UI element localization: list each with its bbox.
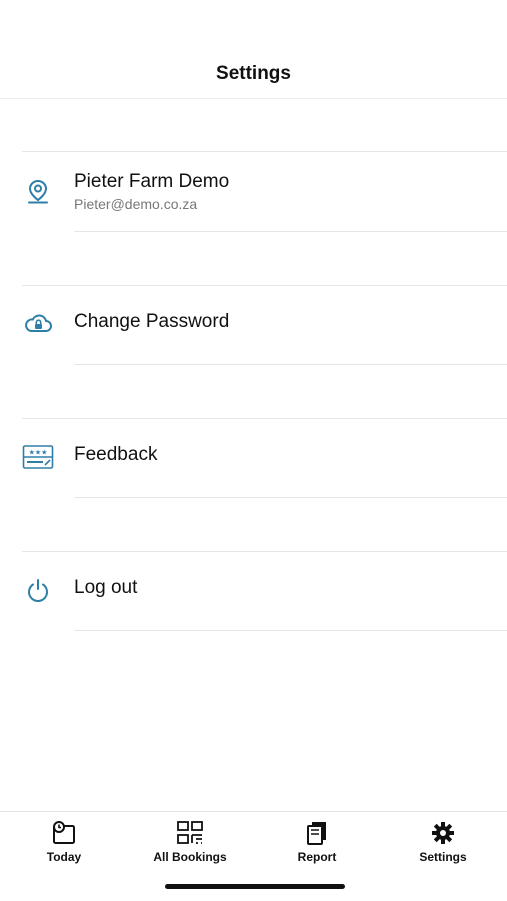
home-indicator — [165, 884, 345, 889]
tab-settings[interactable]: Settings — [388, 818, 498, 870]
tab-label: Settings — [419, 850, 467, 864]
account-name: Pieter Farm Demo — [74, 171, 230, 192]
tab-all-bookings[interactable]: All Bookings — [135, 818, 245, 870]
tab-label: Report — [297, 850, 337, 864]
tab-label: Today — [46, 850, 82, 864]
logout-label: Log out — [74, 577, 138, 598]
rating-stars-icon: ★★★ — [22, 441, 54, 473]
divider — [74, 497, 507, 498]
account-email: Pieter@demo.co.za — [74, 196, 198, 212]
page-title: Settings — [216, 63, 291, 84]
divider — [74, 231, 507, 232]
divider — [74, 364, 507, 365]
tab-today[interactable]: Today — [9, 818, 119, 870]
cloud-lock-icon — [22, 308, 54, 340]
feedback-label: Feedback — [74, 444, 158, 465]
gear-icon — [388, 818, 498, 848]
svg-text:★★★: ★★★ — [29, 449, 48, 457]
change-password-row[interactable]: Change Password — [0, 286, 507, 364]
power-icon — [22, 575, 54, 607]
feedback-row[interactable]: ★★★ Feedback — [0, 419, 507, 497]
header-bar: Settings — [0, 0, 507, 99]
calendar-today-icon — [9, 818, 119, 848]
location-pin-icon — [22, 176, 54, 208]
report-document-icon — [262, 818, 372, 848]
tab-report[interactable]: Report — [262, 818, 372, 870]
grid-bookings-icon — [135, 818, 245, 848]
change-password-label: Change Password — [74, 311, 230, 332]
tab-label: All Bookings — [153, 850, 227, 864]
account-row[interactable]: Pieter Farm Demo Pieter@demo.co.za — [0, 152, 507, 232]
logout-row[interactable]: Log out — [0, 552, 507, 630]
divider — [74, 630, 507, 631]
